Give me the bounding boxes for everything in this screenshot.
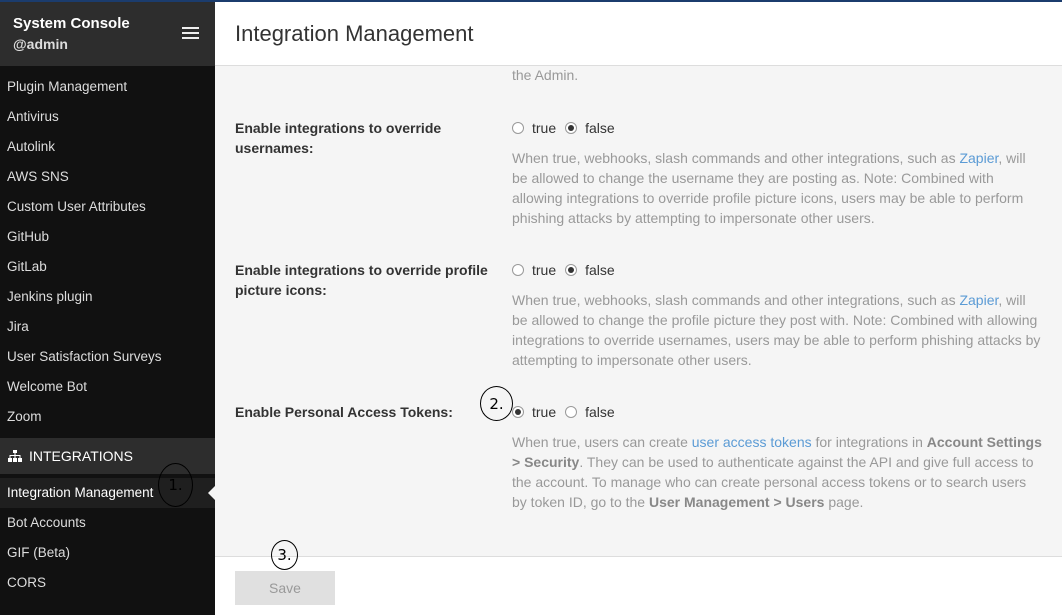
sidebar-item-custom-user-attributes[interactable]: Custom User Attributes (0, 192, 215, 222)
sidebar: System Console @admin Plugin Management … (0, 2, 215, 615)
radio-true[interactable] (512, 264, 524, 276)
sidebar-item-jenkins-plugin[interactable]: Jenkins plugin (0, 282, 215, 312)
plugin-nav-list: Plugin Management Antivirus Autolink AWS… (0, 72, 215, 432)
sidebar-item-cors[interactable]: CORS (0, 568, 215, 598)
radio-true[interactable] (512, 122, 524, 134)
sidebar-item-plugin-management[interactable]: Plugin Management (0, 72, 215, 102)
zapier-link[interactable]: Zapier (959, 292, 998, 308)
sidebar-item-autolink[interactable]: Autolink (0, 132, 215, 162)
radio-false[interactable] (565, 406, 578, 418)
annotation-3: 3. (271, 540, 298, 570)
save-footer: Save (215, 556, 1062, 615)
radio-group: true false (512, 260, 1042, 280)
radio-false-label[interactable]: false (585, 120, 615, 136)
sidebar-item-gitlab[interactable]: GitLab (0, 252, 215, 282)
radio-true[interactable] (512, 406, 524, 418)
integrations-section-label: INTEGRATIONS (29, 448, 133, 464)
sidebar-item-aws-sns[interactable]: AWS SNS (0, 162, 215, 192)
radio-false[interactable] (565, 264, 578, 276)
setting-label: Enable Personal Access Tokens: (235, 404, 453, 420)
user-access-tokens-link[interactable]: user access tokens (692, 434, 812, 450)
sidebar-item-antivirus[interactable]: Antivirus (0, 102, 215, 132)
sidebar-item-github[interactable]: GitHub (0, 222, 215, 252)
top-accent-bar (0, 0, 1062, 2)
sidebar-item-label: Integration Management (7, 485, 154, 500)
radio-true-label[interactable]: true (532, 120, 556, 136)
radio-true-label[interactable]: true (532, 262, 556, 278)
radio-false-label[interactable]: false (585, 262, 615, 278)
settings-content[interactable]: the Admin. Enable integrations to overri… (215, 67, 1062, 556)
sidebar-item-gif-beta[interactable]: GIF (Beta) (0, 538, 215, 568)
radio-true-label[interactable]: true (532, 404, 556, 420)
hamburger-menu-icon[interactable] (182, 27, 199, 39)
setting-control: true false When true, webhooks, slash co… (512, 118, 1042, 228)
setting-label: Enable integrations to override username… (235, 120, 442, 156)
setting-label: Enable integrations to override profile … (235, 262, 488, 298)
sidebar-item-bot-accounts[interactable]: Bot Accounts (0, 508, 215, 538)
page-title: Integration Management (235, 21, 474, 46)
sidebar-item-user-satisfaction-surveys[interactable]: User Satisfaction Surveys (0, 342, 215, 372)
setting-control: true false When true, users can create u… (512, 402, 1042, 512)
page-header: Integration Management (215, 2, 1062, 66)
radio-group: true false (512, 402, 1042, 422)
help-text: When true, webhooks, slash commands and … (512, 150, 1026, 226)
help-text: When true, users can create user access … (512, 434, 1042, 510)
sitemap-icon (8, 450, 22, 462)
help-text: When true, webhooks, slash commands and … (512, 292, 1041, 368)
radio-false[interactable] (565, 122, 578, 134)
sidebar-item-welcome-bot[interactable]: Welcome Bot (0, 372, 215, 402)
zapier-link[interactable]: Zapier (959, 150, 998, 166)
sidebar-item-jira[interactable]: Jira (0, 312, 215, 342)
save-button[interactable]: Save (235, 571, 335, 605)
radio-false-label[interactable]: false (585, 404, 615, 420)
truncated-help-text: the Admin. (512, 67, 579, 83)
annotation-2: 2. (480, 386, 513, 421)
sidebar-header: System Console @admin (0, 2, 215, 66)
active-caret-icon (208, 486, 215, 500)
setting-control: true false When true, webhooks, slash co… (512, 260, 1042, 370)
sidebar-item-zoom[interactable]: Zoom (0, 402, 215, 432)
radio-group: true false (512, 118, 1042, 138)
annotation-1: 1. (158, 463, 193, 507)
main-panel: Integration Management the Admin. Enable… (215, 2, 1062, 615)
